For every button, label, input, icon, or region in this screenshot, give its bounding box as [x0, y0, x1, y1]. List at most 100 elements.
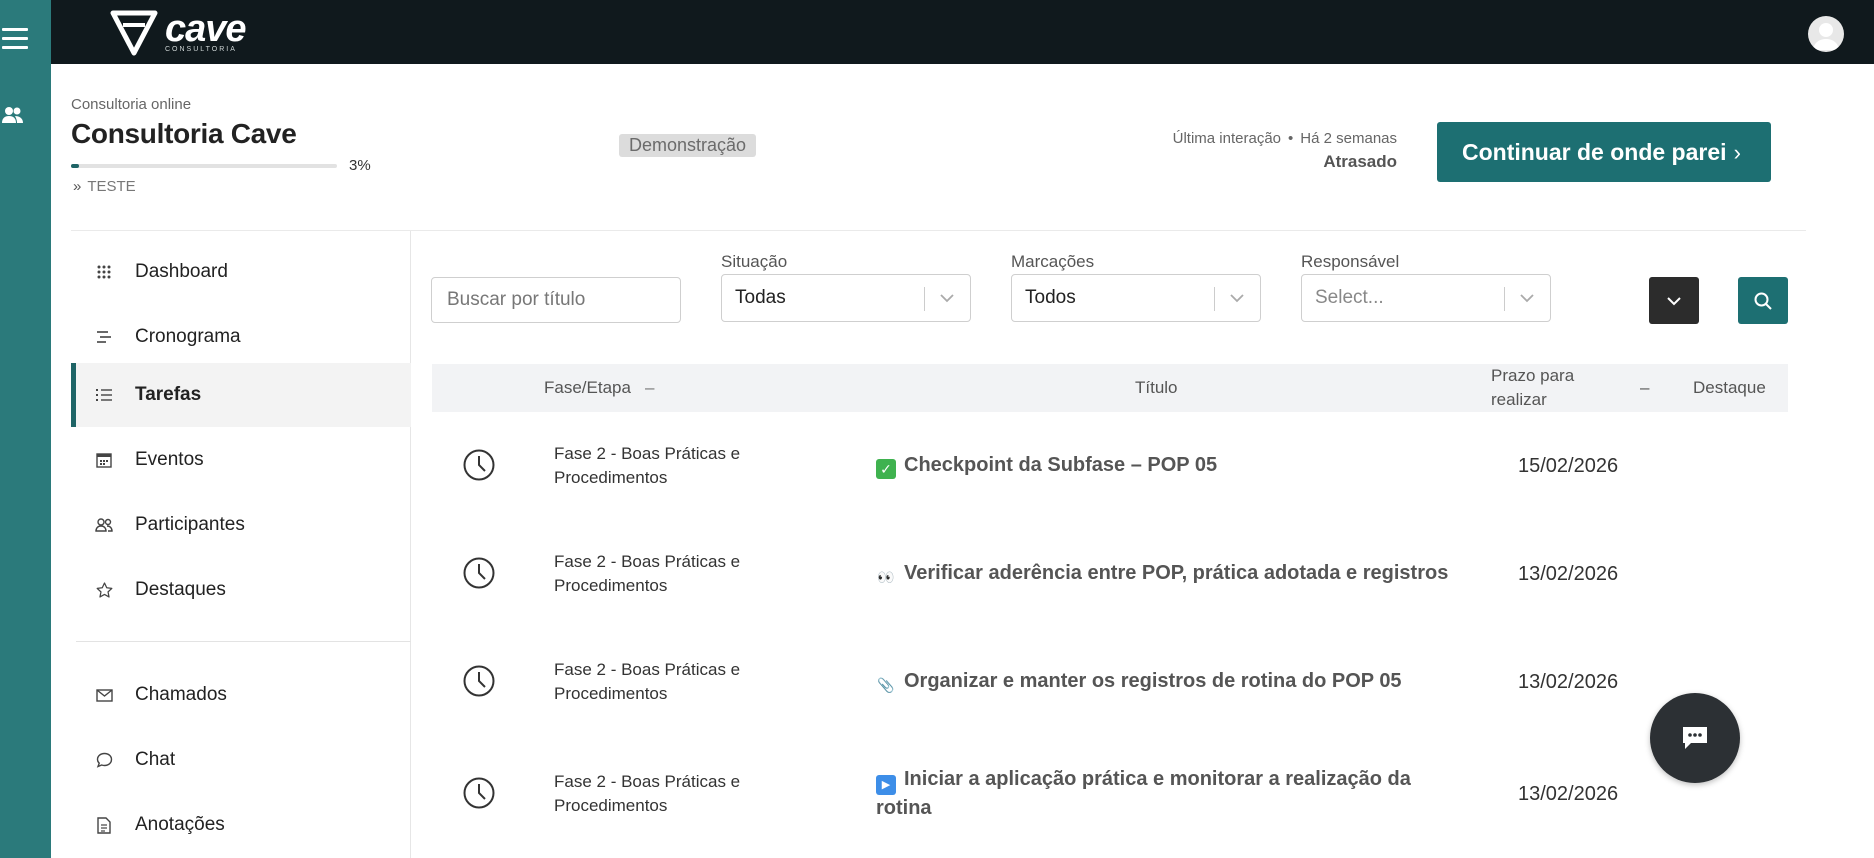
play-icon: ▶ [876, 775, 896, 795]
sidebar-item-chat[interactable]: Chat [71, 728, 411, 792]
chevron-down-icon [1230, 294, 1244, 303]
row-title[interactable]: 📎 Organizar e manter os registros de roti… [876, 668, 1456, 695]
row-title-text: Organizar e manter os registros de rotin… [904, 670, 1402, 692]
column-prazo-sort[interactable]: – [1640, 364, 1649, 412]
breadcrumb[interactable]: » TESTE [73, 178, 136, 195]
table-row[interactable]: Fase 2 - Boas Práticas e Procedimentos 👀… [432, 520, 1788, 628]
sidebar-item-label: Participantes [135, 514, 245, 535]
star-icon [95, 581, 113, 599]
list-icon [95, 386, 113, 404]
row-phase: Fase 2 - Boas Práticas e Procedimentos [554, 552, 741, 595]
column-fase[interactable]: Fase/Etapa – [544, 364, 654, 412]
sidebar-item-label: Chat [135, 749, 176, 770]
chevron-right-icon: › [1733, 140, 1741, 165]
chat-fab-button[interactable] [1650, 693, 1740, 783]
sidebar-item-eventos[interactable]: Eventos [71, 428, 411, 492]
sidebar-item-dashboard[interactable]: Dashboard [71, 240, 411, 304]
sort-indicator[interactable]: – [645, 378, 654, 398]
separator-dot: • [1288, 130, 1294, 147]
marcacoes-select[interactable]: Todos [1011, 274, 1261, 322]
column-destaque[interactable]: Destaque [1693, 364, 1766, 412]
select-separator [1214, 287, 1215, 311]
row-date: 13/02/2026 [1518, 671, 1619, 693]
row-title-text: Iniciar a aplicação prática e monitorar … [876, 768, 1411, 819]
brand-logo[interactable]: cave CONSULTORIA [109, 8, 247, 58]
sidebar-item-anotacoes[interactable]: Anotações [71, 793, 411, 857]
brand-name: cave [165, 8, 247, 50]
search-input[interactable] [431, 277, 681, 323]
table-header: Fase/Etapa – Título Prazo para realizar –… [432, 364, 1788, 412]
search-button[interactable] [1738, 277, 1788, 324]
row-phase: Fase 2 - Boas Práticas e Procedimentos [554, 772, 741, 815]
expand-filters-button[interactable] [1649, 277, 1699, 324]
column-titulo-label: Título [1135, 378, 1178, 397]
demo-badge: Demonstração [619, 134, 757, 157]
sidebar-item-chamados[interactable]: Chamados [71, 663, 411, 727]
responsavel-placeholder: Select... [1315, 287, 1384, 308]
row-title[interactable]: ▶ Iniciar a aplicação prática e monitorar… [876, 766, 1436, 822]
last-interaction-value: Há 2 semanas [1300, 130, 1397, 147]
continue-button[interactable]: Continuar de onde parei › [1437, 122, 1771, 182]
sidebar-item-label: Eventos [135, 449, 204, 470]
situacao-label: Situação [721, 252, 788, 271]
row-title-text: Verificar aderência entre POP, prática a… [904, 562, 1449, 584]
table-row[interactable]: Fase 2 - Boas Práticas e Procedimentos 📎… [432, 628, 1788, 736]
chevron-down-icon [1667, 296, 1681, 305]
sidebar-item-label: Destaques [135, 579, 226, 600]
row-date: 13/02/2026 [1518, 563, 1619, 585]
row-date: 15/02/2026 [1518, 455, 1619, 477]
logo-mark-icon [110, 10, 158, 56]
eyes-icon: 👀 [877, 569, 895, 585]
progress-label: 3% [349, 157, 371, 174]
page-title: Consultoria Cave [71, 118, 297, 149]
brand-subtitle: CONSULTORIA [165, 46, 237, 53]
progress-fill [71, 164, 79, 168]
select-separator [1504, 287, 1505, 311]
row-title[interactable]: ✓ Checkpoint da Subfase – POP 05 [876, 452, 1456, 479]
sidebar-item-destaques[interactable]: Destaques [71, 558, 411, 622]
paperclip-icon: 📎 [877, 677, 895, 693]
calendar-icon [95, 451, 113, 469]
sort-indicator: – [1640, 378, 1650, 397]
table-row[interactable]: Fase 2 - Boas Práticas e Procedimentos ▶… [432, 736, 1788, 858]
column-fase-label: Fase/Etapa [544, 378, 631, 397]
breadcrumb-chevron-icon: » [73, 178, 82, 195]
search-icon [1754, 292, 1772, 310]
clock-icon [463, 449, 495, 481]
side-nav: Dashboard Cronograma Tarefas Eventos Par… [71, 231, 411, 858]
sidebar-item-tarefas[interactable]: Tarefas [71, 363, 411, 427]
document-icon [95, 816, 113, 834]
marcacoes-label: Marcações [1011, 252, 1095, 271]
sidebar-item-label: Cronograma [135, 326, 241, 347]
continue-button-label: Continuar de onde parei [1462, 138, 1727, 165]
responsavel-label: Responsável [1301, 252, 1400, 271]
user-avatar[interactable] [1808, 16, 1844, 52]
select-separator [924, 287, 925, 311]
column-prazo-label: Prazo para realizar [1491, 366, 1575, 409]
sidebar-item-label: Dashboard [135, 261, 228, 282]
sidebar-item-cronograma[interactable]: Cronograma [71, 305, 411, 369]
sidebar-item-participantes[interactable]: Participantes [71, 493, 411, 557]
hamburger-menu-icon[interactable] [2, 28, 28, 50]
sidebar-item-label: Anotações [135, 814, 225, 835]
responsavel-select[interactable]: Select... [1301, 274, 1551, 322]
clock-icon [463, 777, 495, 809]
column-prazo[interactable]: Prazo para realizar [1491, 364, 1591, 412]
clock-icon [463, 665, 495, 697]
row-phase: Fase 2 - Boas Práticas e Procedimentos [554, 660, 741, 703]
top-bar: cave CONSULTORIA [51, 0, 1874, 64]
situacao-value: Todas [735, 287, 786, 308]
users-icon [95, 516, 113, 534]
last-interaction: Última interação • Há 2 semanas [1173, 130, 1397, 147]
users-icon[interactable] [2, 106, 24, 124]
chat-bubble-icon [95, 751, 113, 769]
left-rail [0, 0, 51, 858]
column-titulo[interactable]: Título [1135, 364, 1178, 412]
situacao-select[interactable]: Todas [721, 274, 971, 322]
row-title[interactable]: 👀 Verificar aderência entre POP, prática … [876, 560, 1456, 587]
column-destaque-label: Destaque [1693, 378, 1766, 397]
sidebar-item-label: Chamados [135, 684, 227, 705]
table-row[interactable]: Fase 2 - Boas Práticas e Procedimentos ✓… [432, 412, 1788, 520]
progress-bar [71, 164, 337, 168]
chevron-down-icon [940, 294, 954, 303]
